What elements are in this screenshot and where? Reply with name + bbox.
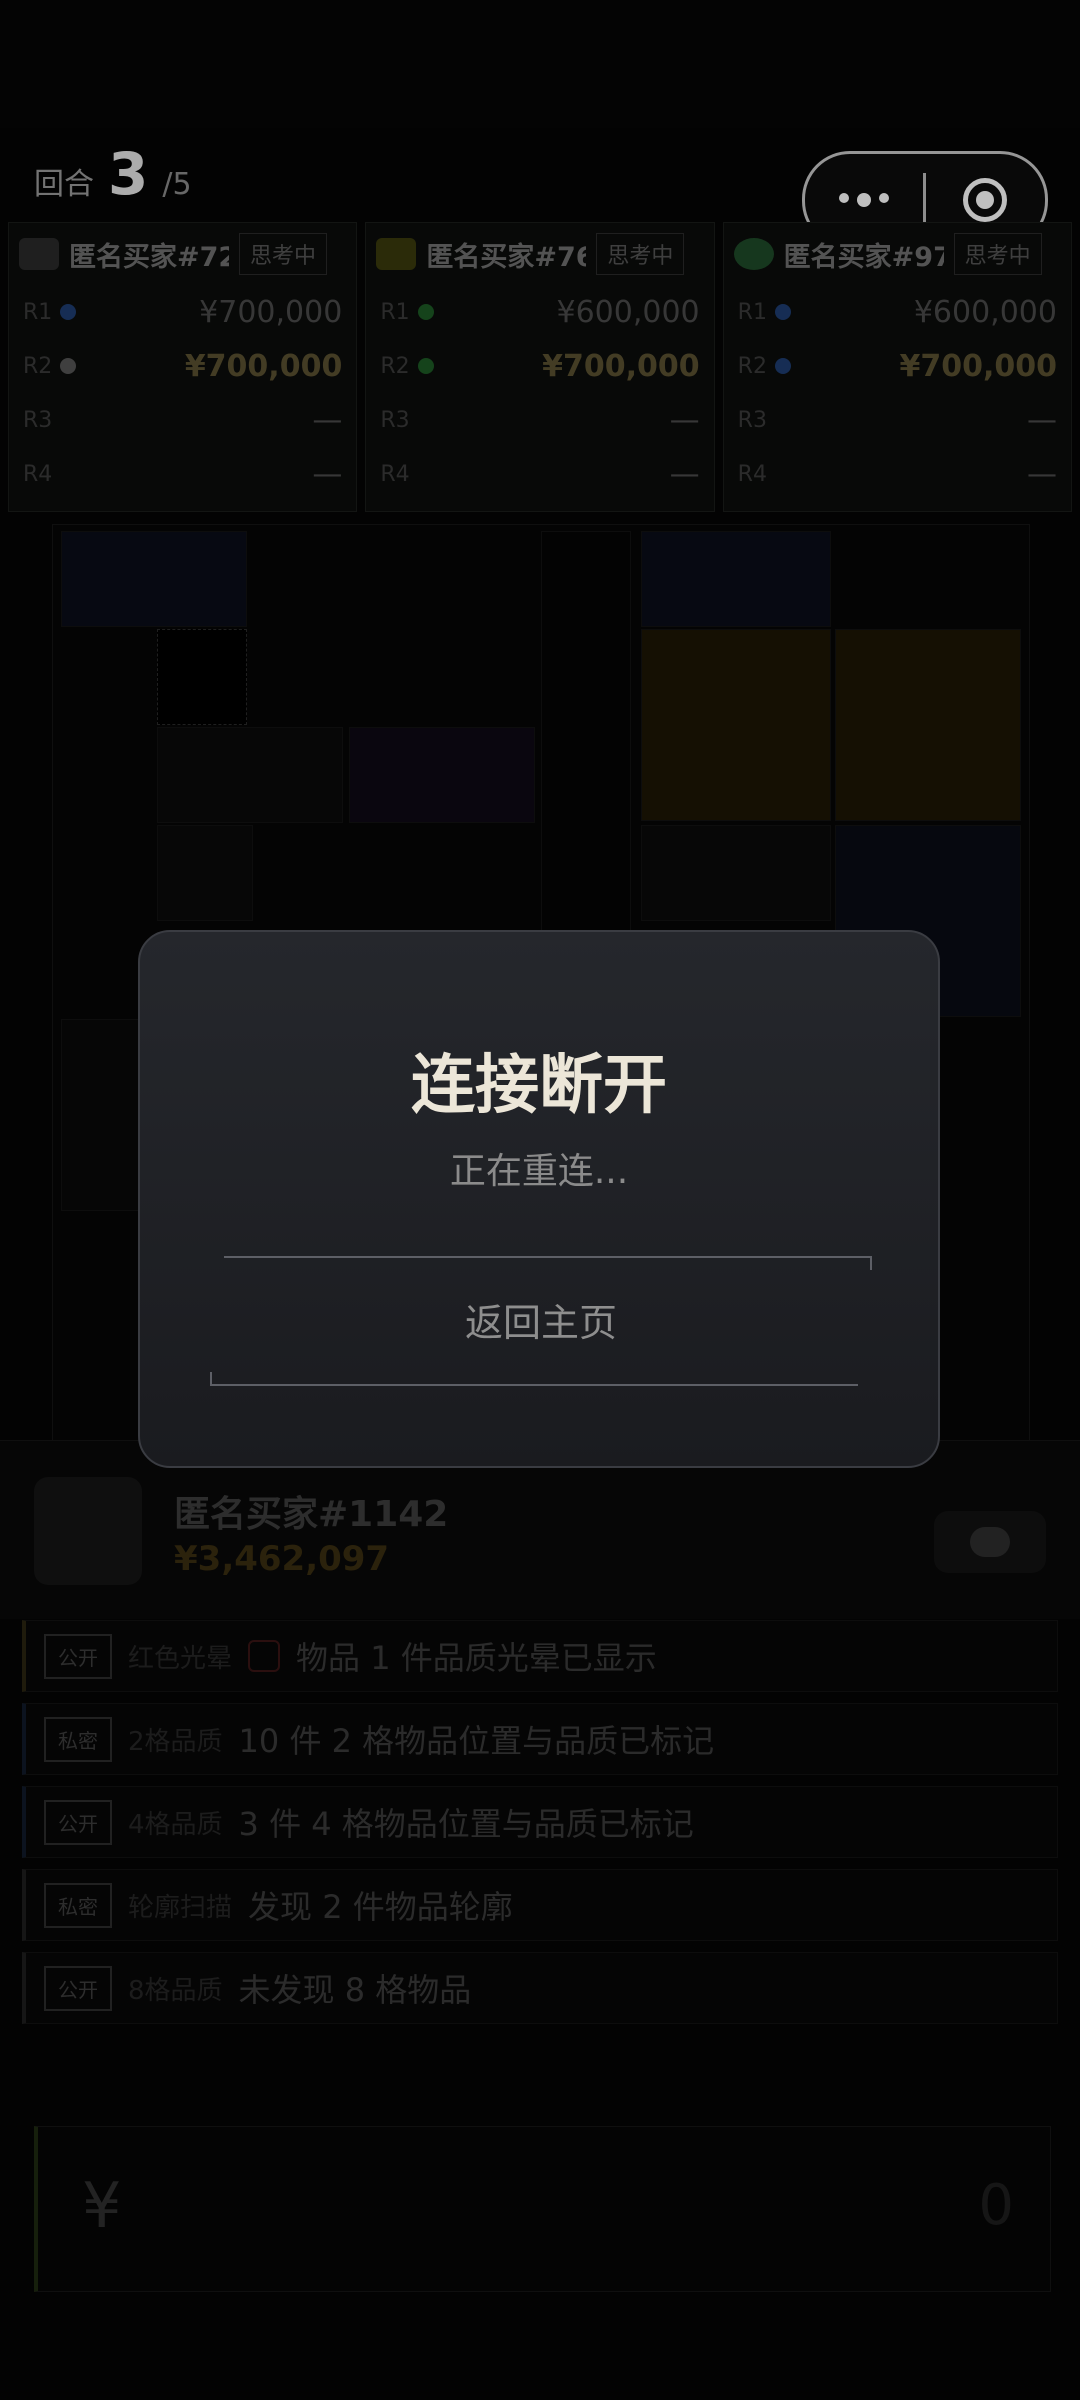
dialog-subtitle: 正在重连... <box>449 1151 629 1192</box>
game-screen: 回合 3 /5 匿名买家#720 思考中 R1¥700,000 R2¥700,0… <box>0 0 1080 2400</box>
dialog-title: 连接断开 <box>411 1049 667 1123</box>
disconnect-dialog: 连接断开 正在重连... 返回主页 <box>138 930 940 1468</box>
return-home-label: 返回主页 <box>464 1301 617 1345</box>
return-home-button[interactable]: 返回主页 <box>210 1256 872 1386</box>
